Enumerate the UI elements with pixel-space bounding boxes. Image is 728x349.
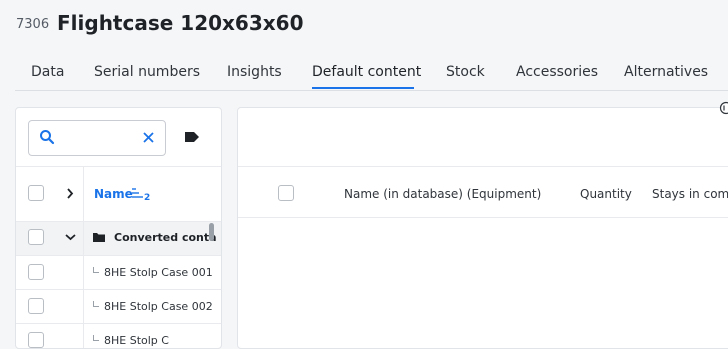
child-checkbox[interactable] <box>28 332 44 348</box>
search-icon <box>39 129 55 145</box>
tree-branch-icon <box>93 335 99 341</box>
column-divider <box>83 166 84 349</box>
child-label: 8HE Stolp Case 002 <box>104 300 213 313</box>
tab-bar: Data Serial numbers Insights Default con… <box>15 62 728 91</box>
tab-accessories[interactable]: Accessories <box>516 64 598 80</box>
page-title: Flightcase 120x63x60 <box>57 11 303 35</box>
clear-icon[interactable] <box>142 131 155 144</box>
tab-serial-numbers[interactable]: Serial numbers <box>94 64 200 80</box>
group-checkbox[interactable] <box>28 229 44 245</box>
child-label: 8HE Stolp C <box>104 334 169 347</box>
column-name-header[interactable]: Name <box>94 187 133 201</box>
column-header-name[interactable]: Name (in database) (Equipment) <box>344 187 541 201</box>
child-checkbox[interactable] <box>28 264 44 280</box>
folder-icon <box>93 232 105 242</box>
sort-ascending-icon[interactable] <box>132 188 143 198</box>
search-field[interactable] <box>28 120 166 156</box>
group-label: Converted conta <box>114 231 217 244</box>
tree-branch-icon <box>93 301 99 307</box>
default-content-table: Name (in database) (Equipment) Quantity … <box>237 107 728 349</box>
sort-order-number: 2 <box>144 193 150 203</box>
chevron-right-icon[interactable] <box>66 188 74 199</box>
child-label: 8HE Stolp Case 001 <box>104 266 213 279</box>
item-id: 7306 <box>16 17 49 32</box>
panel-toggle-icon[interactable] <box>718 101 728 115</box>
select-all-checkbox[interactable] <box>278 185 294 201</box>
tab-alternatives[interactable]: Alternatives <box>624 64 708 80</box>
tag-icon[interactable] <box>184 131 200 143</box>
scrollbar-thumb[interactable] <box>209 223 214 241</box>
tab-stock[interactable]: Stock <box>446 64 485 80</box>
tab-insights[interactable]: Insights <box>227 64 282 80</box>
select-all-checkbox[interactable] <box>28 185 44 201</box>
column-header-stays-in-combination[interactable]: Stays in comb <box>652 187 728 201</box>
tree-branch-icon <box>93 267 99 273</box>
tab-data[interactable]: Data <box>31 64 64 80</box>
child-checkbox[interactable] <box>28 298 44 314</box>
tab-default-content[interactable]: Default content <box>312 64 421 80</box>
column-header-quantity[interactable]: Quantity <box>580 187 632 201</box>
active-tab-indicator <box>312 87 414 89</box>
chevron-down-icon[interactable] <box>65 233 76 241</box>
content-tree-panel: Name 2 Converted conta 8HE Stolp Case 00… <box>15 107 222 349</box>
